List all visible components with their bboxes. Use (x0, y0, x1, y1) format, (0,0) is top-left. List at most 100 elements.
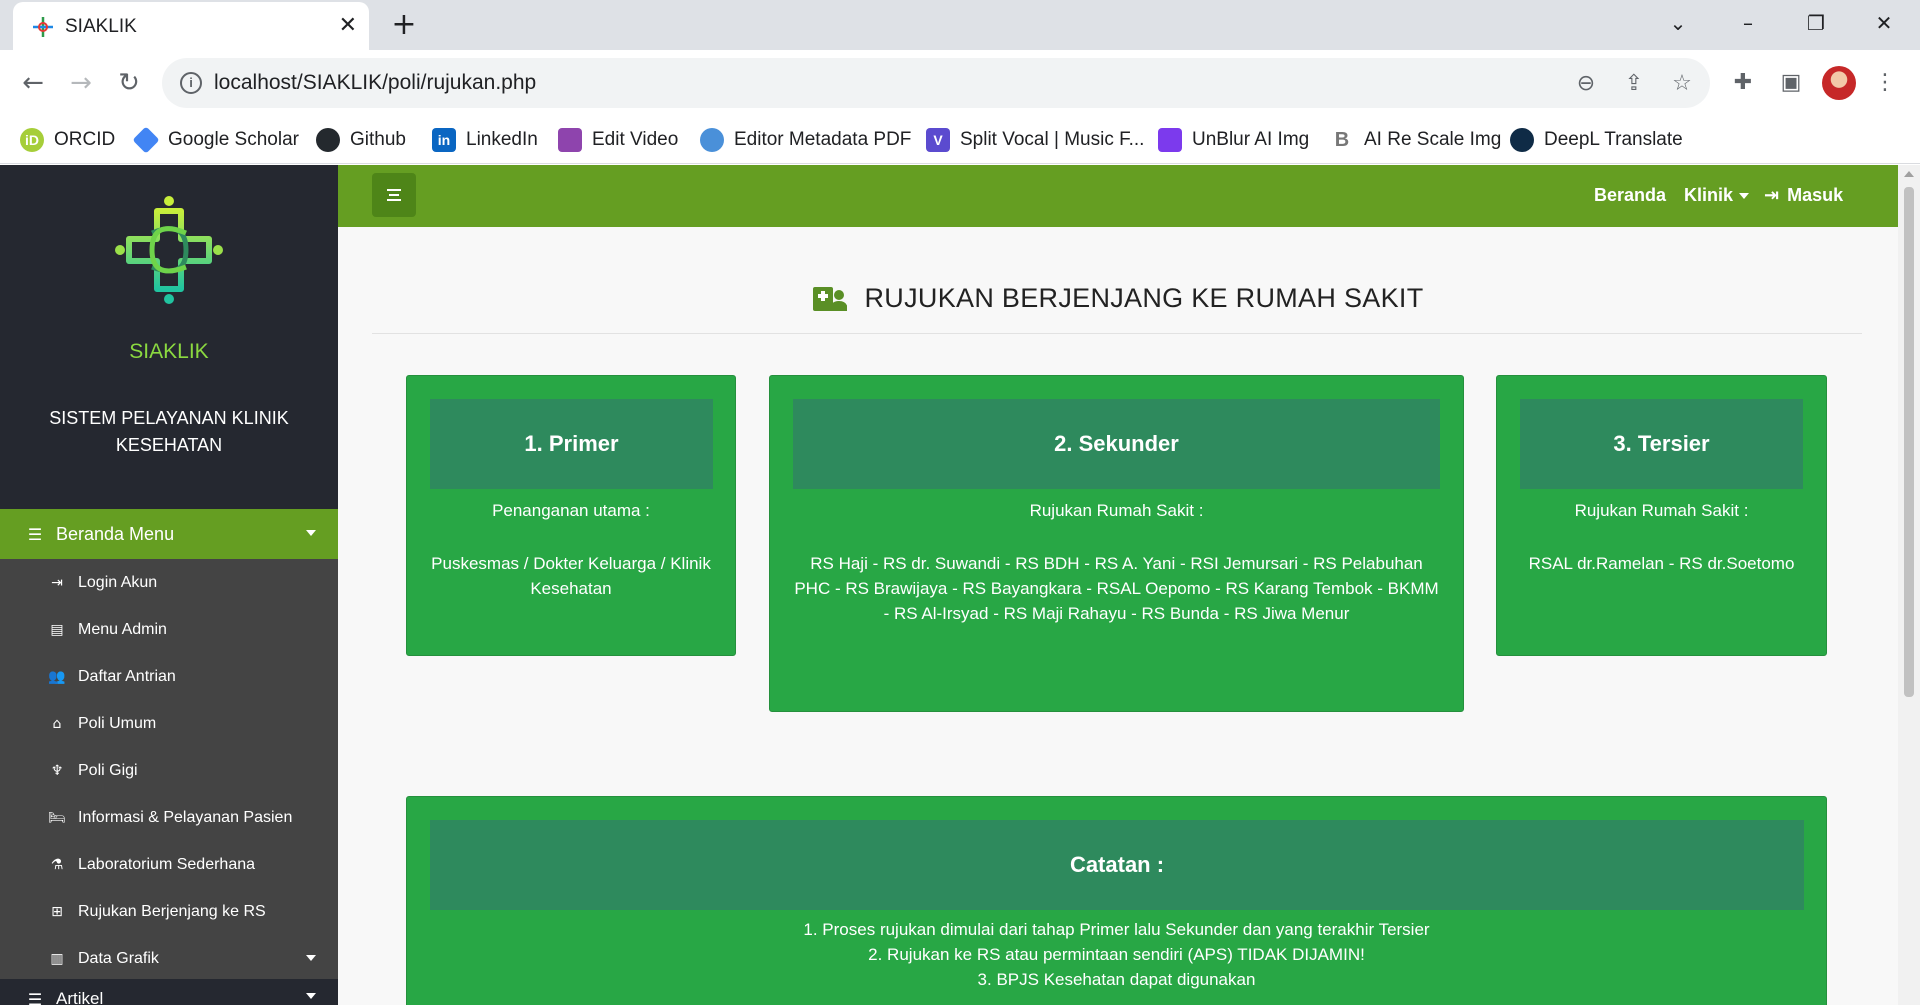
browser-tab[interactable]: SIAKLIK ✕ (13, 2, 369, 52)
caret-down-icon (306, 530, 316, 536)
sidebar-item-data-grafik[interactable]: ▥ Data Grafik (0, 935, 338, 982)
page-scrollbar[interactable] (1898, 165, 1920, 1005)
card-title: 1. Primer (430, 399, 713, 489)
scrollbar-thumb[interactable] (1904, 187, 1914, 697)
back-arrow-icon[interactable]: ← (14, 64, 52, 102)
more-menu-icon[interactable]: ⋮ (1868, 66, 1902, 100)
extensions-puzzle-icon[interactable]: ✚ (1726, 66, 1760, 100)
deepl-icon (1510, 128, 1534, 152)
bookmarks-bar: iD ORCID Google Scholar Github in Linked… (0, 116, 1920, 164)
hospital-user-icon: ⊞ (51, 903, 63, 920)
card-title: Catatan : (430, 820, 1804, 910)
linkedin-icon: in (432, 128, 456, 152)
zoom-out-icon[interactable]: ⊖ (1572, 70, 1600, 98)
sidebar: SIAKLIK SISTEM PELAYANAN KLINIK KESEHATA… (0, 165, 338, 1005)
caret-down-icon (1739, 193, 1750, 200)
reload-icon[interactable]: ↻ (110, 64, 148, 102)
top-navbar: Beranda Klinik ⇥ Masuk (338, 165, 1898, 227)
card-title: 2. Sekunder (793, 399, 1440, 489)
bookmark-google-scholar[interactable]: Google Scholar (132, 124, 299, 156)
sidebar-item-poli-umum[interactable]: ⌂ Poli Umum (0, 700, 338, 747)
list-item: 1. Proses rujukan dimulai dari tahap Pri… (803, 920, 1430, 939)
tooth-icon: ♆ (50, 762, 64, 779)
minimize-icon[interactable]: – (1728, 8, 1768, 38)
divider (372, 333, 1862, 334)
side-panel-icon[interactable]: ▣ (1774, 66, 1808, 100)
book-icon: ▤ (50, 621, 64, 638)
close-tab-icon[interactable]: ✕ (339, 12, 357, 40)
sidebar-item-rujukan[interactable]: ⊞ Rujukan Berjenjang ke RS (0, 888, 338, 935)
share-icon[interactable]: ⇪ (1620, 70, 1648, 98)
sidebar-menu-head[interactable]: ☰ Beranda Menu (0, 509, 338, 559)
address-bar[interactable]: i localhost/SIAKLIK/poli/rujukan.php ⊖ ⇪… (162, 58, 1710, 108)
sidebar-item-login-akun[interactable]: ⇥ Login Akun (0, 559, 338, 606)
login-icon: ⇥ (1764, 185, 1780, 206)
browser-tab-bar: SIAKLIK ✕ + ⌄ – ❐ ✕ (0, 0, 1920, 52)
close-window-icon[interactable]: ✕ (1864, 8, 1904, 38)
card-sekunder: 2. Sekunder Rujukan Rumah Sakit : RS Haj… (769, 375, 1464, 712)
card-subtitle: Rujukan Rumah Sakit : (1029, 501, 1204, 520)
new-tab-button[interactable]: + (386, 8, 422, 44)
sidebar-item-daftar-antrian[interactable]: 👥 Daftar Antrian (0, 653, 338, 700)
sidebar-brand: SIAKLIK SISTEM PELAYANAN KLINIK KESEHATA… (0, 165, 338, 509)
sidebar-item-poli-gigi[interactable]: ♆ Poli Gigi (0, 747, 338, 794)
github-icon (316, 128, 340, 152)
browser-toolbar: ← → ↻ i localhost/SIAKLIK/poli/rujukan.p… (0, 50, 1920, 116)
bookmark-github[interactable]: Github (316, 124, 406, 156)
caret-down-icon (306, 955, 316, 961)
edit-video-icon (558, 128, 582, 152)
bookmark-edit-video[interactable]: Edit Video (558, 124, 678, 156)
profile-avatar[interactable] (1822, 66, 1856, 100)
web-page: SIAKLIK SISTEM PELAYANAN KLINIK KESEHATA… (0, 165, 1920, 1005)
hospital-user-icon (812, 287, 847, 311)
note-list: 1. Proses rujukan dimulai dari tahap Pri… (407, 917, 1826, 992)
url-text[interactable]: localhost/SIAKLIK/poli/rujukan.php (214, 71, 536, 95)
page-title: RUJUKAN BERJENJANG KE RUMAH SAKIT (338, 283, 1898, 314)
sidebar-item-menu-admin[interactable]: ▤ Menu Admin (0, 606, 338, 653)
sidebar-toggle-button[interactable] (372, 173, 416, 217)
bookmark-split-vocal[interactable]: V Split Vocal | Music F... (926, 124, 1144, 156)
card-subtitle: Penanganan utama : (492, 501, 650, 520)
sidebar-item-laboratorium[interactable]: ⚗ Laboratorium Sederhana (0, 841, 338, 888)
nav-link-beranda[interactable]: Beranda (1594, 185, 1666, 206)
nav-link-klinik[interactable]: Klinik (1684, 185, 1750, 206)
nav-link-masuk[interactable]: ⇥ Masuk (1764, 185, 1843, 206)
bookmark-orcid[interactable]: iD ORCID (20, 124, 115, 156)
menu-bar-icon (387, 189, 401, 191)
brand-subtitle: SISTEM PELAYANAN KLINIK KESEHATAN (49, 408, 289, 455)
card-subtitle: Rujukan Rumah Sakit : (1574, 501, 1749, 520)
sidebar-item-informasi-pelayanan[interactable]: 🛏 Informasi & Pelayanan Pasien (0, 794, 338, 841)
bookmark-star-icon[interactable]: ☆ (1668, 70, 1696, 98)
bookmark-metadata-pdf[interactable]: Editor Metadata PDF (700, 124, 911, 156)
card-body: RS Haji - RS dr. Suwandi - RS BDH - RS A… (794, 554, 1439, 623)
card-primer: 1. Primer Penanganan utama : Puskesmas /… (406, 375, 736, 656)
tab-search-icon[interactable]: ⌄ (1658, 8, 1698, 38)
orcid-icon: iD (20, 128, 44, 152)
bookmark-rescale[interactable]: B AI Re Scale Img (1330, 124, 1502, 156)
list-icon: ☰ (27, 524, 43, 544)
flask-icon: ⚗ (50, 856, 64, 873)
site-info-icon[interactable]: i (180, 72, 202, 94)
home-icon: ⌂ (52, 715, 62, 732)
siaklik-logo-icon (115, 196, 223, 304)
bookmark-unblur[interactable]: UnBlur AI Img (1158, 124, 1309, 156)
login-icon: ⇥ (51, 574, 63, 591)
google-scholar-icon (132, 126, 160, 154)
users-icon: 👥 (48, 668, 66, 685)
bookmark-linkedin[interactable]: in LinkedIn (432, 124, 538, 156)
menu-bar-icon (387, 199, 401, 201)
caret-down-icon (306, 993, 316, 999)
bookmark-deepl[interactable]: DeepL Translate (1510, 124, 1683, 156)
metadata-pdf-icon (700, 128, 724, 152)
forward-arrow-icon[interactable]: → (62, 64, 100, 102)
card-catatan: Catatan : 1. Proses rujukan dimulai dari… (406, 796, 1827, 1005)
card-body: RSAL dr.Ramelan - RS dr.Soetomo (1528, 554, 1795, 573)
main-content: Beranda Klinik ⇥ Masuk RUJUKAN BERJENJANG… (338, 165, 1898, 1005)
unblur-icon (1158, 128, 1182, 152)
rescale-icon: B (1334, 129, 1350, 151)
list-icon: ☰ (27, 989, 43, 1005)
bed-icon: 🛏 (48, 809, 66, 826)
sidebar-item-artikel[interactable]: ☰ Artikel (0, 979, 338, 1005)
restore-icon[interactable]: ❐ (1796, 8, 1836, 38)
scroll-up-icon[interactable] (1904, 171, 1914, 177)
